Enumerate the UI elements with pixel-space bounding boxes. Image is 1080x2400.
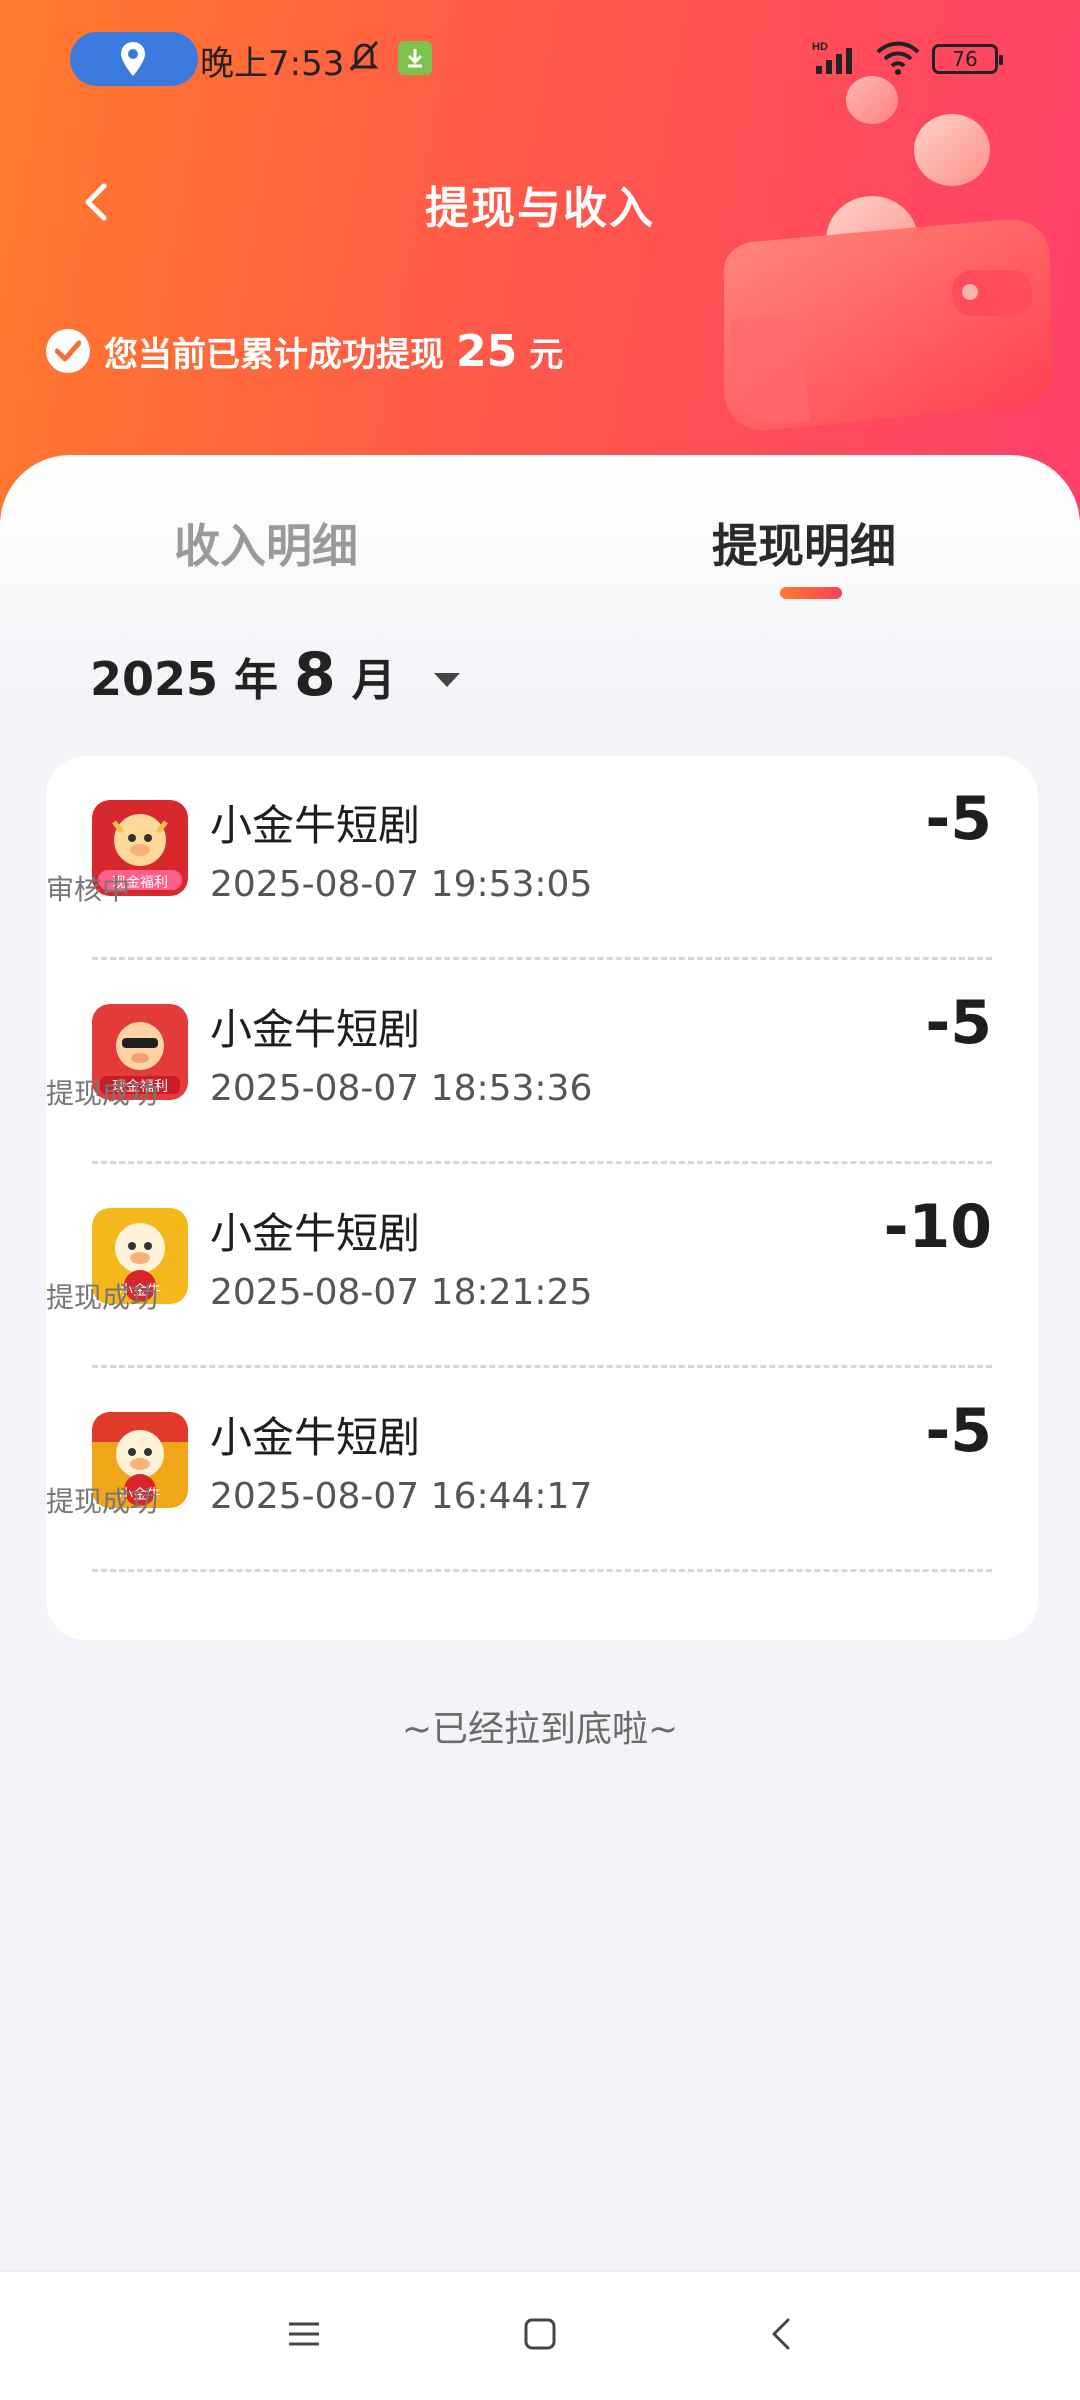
summary-unit: 元 — [529, 334, 564, 375]
summary-text: 您当前已累计成功提现 — [104, 334, 444, 375]
bell-muted-icon — [349, 40, 379, 72]
back-icon[interactable] — [764, 2316, 800, 2352]
record-row[interactable]: 现金福利 小金牛短剧 2025-08-07 19:53:05 -5 审核中 — [46, 756, 1038, 960]
record-row[interactable]: 小金牛 小金牛短剧 2025-08-07 18:21:25 -10 提现成功 — [46, 1164, 1038, 1368]
record-amount: -5 — [925, 988, 992, 1058]
system-nav-bar — [0, 2270, 1080, 2400]
record-status: 提现成功 — [46, 1485, 159, 1518]
location-indicator — [70, 32, 198, 86]
year-value: 2025 — [90, 652, 219, 706]
download-icon — [398, 41, 432, 75]
year-unit: 年 — [234, 655, 279, 706]
record-app-name: 小金牛短剧 — [210, 1005, 421, 1054]
menu-icon[interactable] — [286, 2316, 322, 2352]
record-row[interactable]: 现金福利 小金牛短剧 2025-08-07 18:53:36 -5 提现成功 — [46, 960, 1038, 1164]
record-amount: -5 — [925, 784, 992, 854]
home-icon[interactable] — [522, 2316, 558, 2352]
month-selector[interactable]: 2025 年 8 月 — [90, 640, 462, 710]
record-amount: -5 — [925, 1396, 992, 1466]
summary-amount: 25 — [456, 325, 518, 377]
month-value: 8 — [294, 640, 336, 710]
tab-income-details[interactable]: 收入明细 — [174, 510, 358, 576]
status-time: 晚上7:53 — [200, 44, 345, 84]
record-app-name: 小金牛短剧 — [210, 1413, 421, 1462]
active-tab-indicator — [780, 587, 842, 599]
caret-down-icon[interactable] — [432, 671, 462, 689]
record-app-name: 小金牛短剧 — [210, 801, 421, 850]
location-pin-icon — [121, 42, 145, 76]
record-row[interactable]: 小金牛 小金牛短剧 2025-08-07 16:44:17 -5 提现成功 — [46, 1368, 1038, 1572]
tab-withdraw-details[interactable]: 提现明细 — [712, 510, 896, 576]
record-amount: -10 — [883, 1192, 992, 1262]
wallet-illustration — [723, 76, 1052, 431]
divider — [92, 1569, 992, 1572]
month-unit: 月 — [351, 655, 396, 706]
end-of-list-text: ~已经拉到底啦~ — [401, 1709, 679, 1750]
withdraw-summary: 您当前已累计成功提现 25 元 — [46, 325, 563, 377]
svg-text:HD: HD — [812, 41, 828, 53]
record-app-name: 小金牛短剧 — [210, 1209, 421, 1258]
check-circle-icon — [46, 329, 90, 373]
